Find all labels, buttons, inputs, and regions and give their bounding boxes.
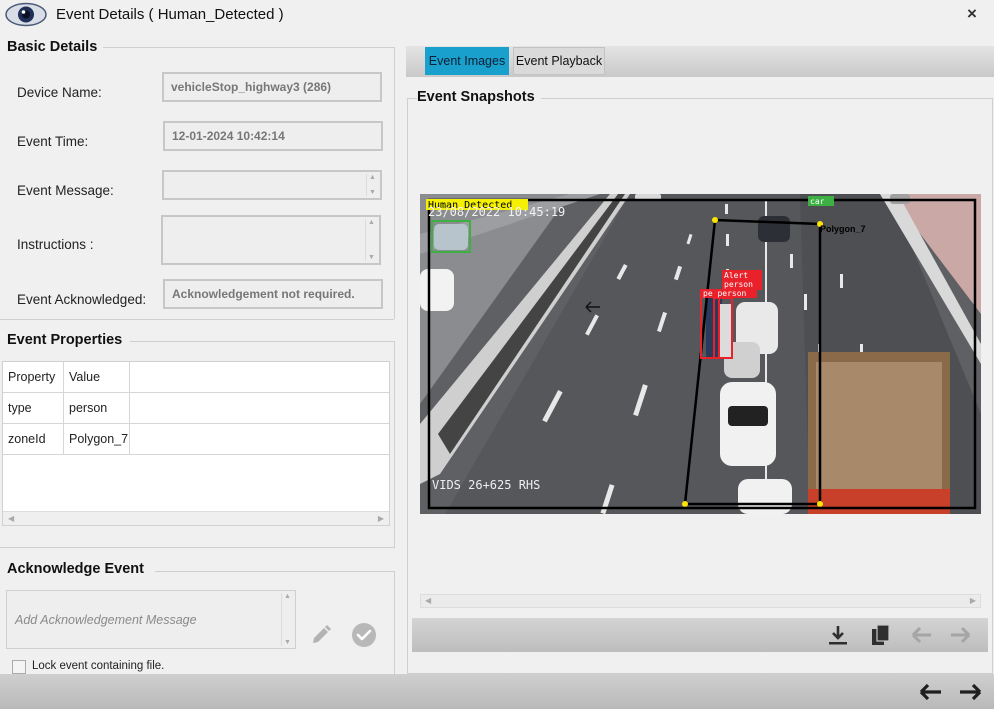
event-acknowledged-value: Acknowledgement not required. — [172, 287, 355, 301]
person-label-overlay-2: pe person — [703, 289, 747, 298]
instructions-label: Instructions : — [17, 237, 94, 252]
scrollbar[interactable]: ▲ ▼ — [281, 593, 293, 646]
acknowledge-event-title: Acknowledge Event — [7, 561, 150, 577]
divider — [394, 341, 395, 547]
instructions-field[interactable]: ▲ ▼ — [161, 215, 381, 265]
properties-table: Property Value type person zoneId Polygo… — [2, 361, 390, 526]
table-header-row: Property Value — [3, 362, 389, 393]
event-message-field[interactable]: ▲ ▼ — [162, 170, 382, 200]
basic-details-title: Basic Details — [7, 39, 104, 55]
close-icon[interactable]: × — [967, 4, 977, 24]
tab-event-playback[interactable]: Event Playback — [513, 47, 605, 75]
person-label-overlay: person — [724, 280, 753, 289]
column-header-value[interactable]: Value — [64, 362, 130, 392]
arrow-right-icon[interactable] — [958, 681, 982, 703]
timestamp-overlay: 23/08/2022 10:45:19 — [428, 205, 565, 219]
event-message-label: Event Message: — [17, 183, 114, 198]
divider — [155, 571, 395, 572]
divider — [394, 47, 395, 319]
table-cell: person — [64, 393, 130, 423]
divider — [130, 341, 395, 342]
camera-label-overlay: VIDS 26+625 RHS — [432, 478, 540, 492]
lock-event-checkbox[interactable] — [12, 660, 26, 674]
device-name-value: vehicleStop_highway3 (286) — [171, 80, 332, 94]
alert-label-overlay: Alert — [724, 271, 748, 280]
eye-icon — [5, 2, 47, 27]
event-time-label: Event Time: — [17, 134, 89, 149]
event-time-field[interactable]: 12-01-2024 10:42:14 — [163, 121, 383, 151]
car-label-overlay: car — [810, 197, 825, 206]
image-toolbar — [412, 618, 988, 652]
pencil-icon[interactable] — [310, 624, 332, 646]
acknowledge-message-input[interactable]: Add Acknowledgement Message ▲ ▼ — [6, 590, 296, 649]
download-icon[interactable] — [826, 623, 850, 647]
tab-event-images[interactable]: Event Images — [425, 47, 509, 75]
table-cell: type — [3, 393, 64, 423]
window-title: Event Details ( Human_Detected ) — [56, 6, 284, 23]
table-row[interactable]: type person — [3, 393, 389, 424]
zone-label-overlay: Polygon_7 — [820, 224, 866, 234]
image-horizontal-scrollbar[interactable]: ◀ ▶ — [420, 594, 981, 608]
table-horizontal-scrollbar[interactable]: ◀ ▶ — [3, 511, 389, 525]
device-name-label: Device Name: — [17, 85, 102, 100]
column-header-property[interactable]: Property — [3, 362, 64, 392]
title-bar: Event Details ( Human_Detected ) × — [0, 0, 994, 30]
acknowledge-placeholder: Add Acknowledgement Message — [15, 613, 197, 627]
copy-icon[interactable] — [869, 623, 893, 647]
arrow-left-icon[interactable] — [910, 623, 934, 647]
event-acknowledged-field[interactable]: Acknowledgement not required. — [163, 279, 383, 309]
scrollbar[interactable]: ▲ ▼ — [366, 174, 378, 196]
device-name-field[interactable]: vehicleStop_highway3 (286) — [162, 72, 382, 102]
event-properties-title: Event Properties — [7, 332, 129, 348]
table-cell: Polygon_7 — [64, 424, 130, 454]
divider — [0, 319, 394, 320]
scrollbar[interactable]: ▲ ▼ — [365, 219, 377, 261]
divider — [394, 571, 395, 674]
divider — [0, 547, 395, 548]
table-row[interactable]: zoneId Polygon_7 — [3, 424, 389, 455]
tab-strip: Event Images Event Playback — [406, 46, 994, 77]
event-snapshots-title: Event Snapshots — [417, 89, 541, 105]
check-circle-icon[interactable] — [351, 622, 377, 648]
bottom-navigation-bar — [0, 674, 994, 709]
arrow-right-icon[interactable] — [948, 623, 972, 647]
table-cell: zoneId — [3, 424, 64, 454]
event-time-value: 12-01-2024 10:42:14 — [172, 129, 285, 143]
divider — [100, 47, 394, 48]
event-acknowledged-label: Event Acknowledged: — [17, 292, 147, 307]
lock-event-label: Lock event containing file. — [32, 660, 165, 672]
event-snapshot-image[interactable]: Human_Detected 23/08/2022 10:45:19 VIDS … — [420, 194, 981, 514]
arrow-left-icon[interactable] — [919, 681, 943, 703]
